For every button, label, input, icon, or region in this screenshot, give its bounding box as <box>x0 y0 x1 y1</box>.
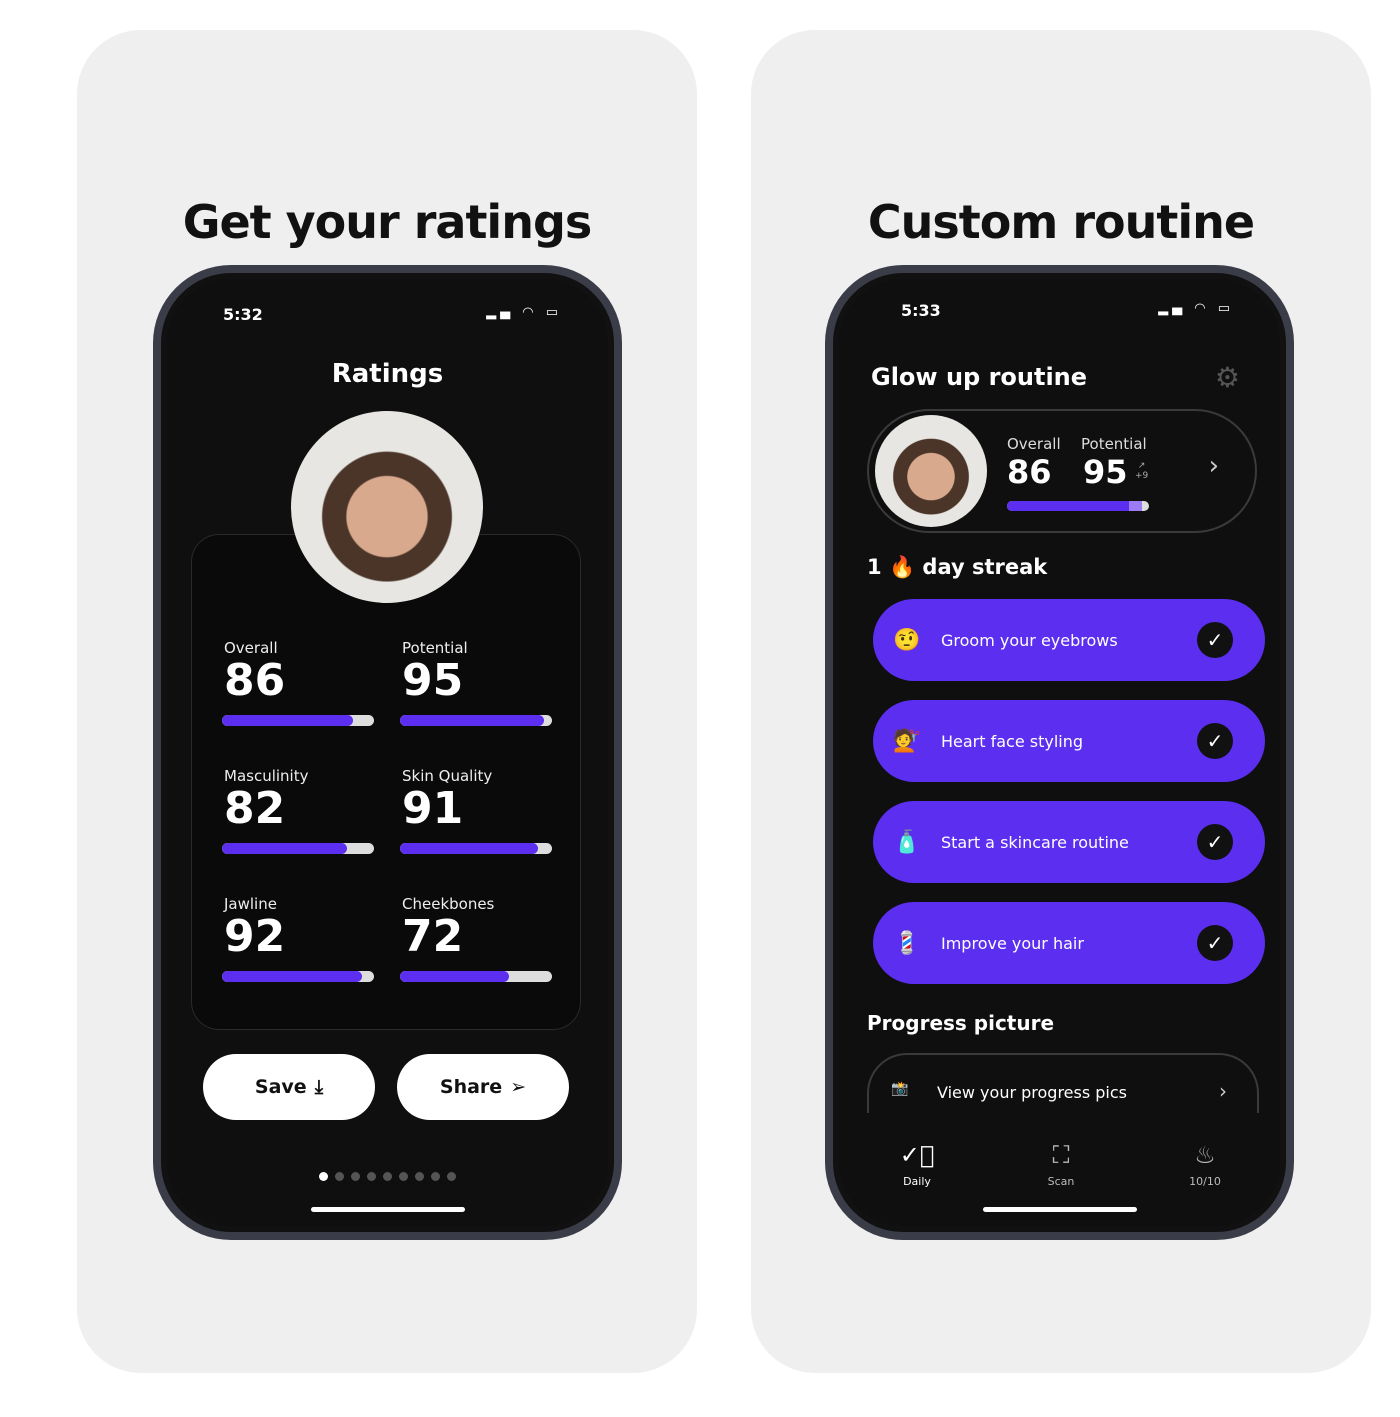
chevron-right-icon: › <box>1208 451 1219 481</box>
task-emoji-icon: 🤨 <box>893 627 921 653</box>
rating-value: 72 <box>402 911 464 962</box>
routine-task[interactable]: 🧴 Start a skincare routine ✓ <box>873 801 1265 883</box>
rating-value: 86 <box>224 655 286 706</box>
avatar <box>875 415 987 527</box>
rating-value: 95 <box>402 655 464 706</box>
page-dot[interactable] <box>431 1172 440 1181</box>
download-icon: ⤓ <box>314 1076 324 1098</box>
status-time: 5:33 <box>901 301 941 320</box>
rating-bar-fill <box>222 843 347 854</box>
scan-icon: ⛶ <box>1052 1141 1070 1169</box>
streak-label: day streak <box>922 555 1048 579</box>
rating-bar-fill <box>400 715 545 726</box>
check-icon[interactable]: ✓ <box>1197 723 1233 759</box>
share-button[interactable]: Share ➢ <box>397 1054 569 1120</box>
task-label: Start a skincare routine <box>941 832 1129 852</box>
progress-pics-link[interactable]: 📸 View your progress pics › <box>867 1053 1259 1113</box>
status-icons: ▂▄ ◠ ▭ <box>1158 301 1234 316</box>
rating-bar-fill <box>400 843 539 854</box>
routine-task[interactable]: 🤨 Groom your eyebrows ✓ <box>873 599 1265 681</box>
home-indicator <box>310 1207 465 1212</box>
task-label: Groom your eyebrows <box>941 630 1118 650</box>
share-label: Share <box>439 1076 503 1098</box>
status-icons: ▂▄ ◠ ▭ <box>486 305 562 320</box>
rating-bar <box>222 715 374 726</box>
page-dot[interactable] <box>447 1172 456 1181</box>
status-time: 5:32 <box>223 305 263 324</box>
streak-count: 1 <box>867 555 882 579</box>
settings-gear-icon[interactable]: ⚙ <box>1215 361 1240 394</box>
home-indicator <box>982 1207 1137 1212</box>
flame-icon: ♨ <box>1194 1141 1216 1169</box>
chevron-right-icon: › <box>1219 1079 1227 1103</box>
page-dot[interactable] <box>415 1172 424 1181</box>
rating-bar-fill <box>400 971 510 982</box>
headline: Get your ratings <box>182 195 593 249</box>
rating-value: 92 <box>224 911 286 962</box>
nav-label: Daily <box>903 1175 931 1188</box>
nav-daily[interactable]: ✓⃝ Daily <box>877 1141 957 1188</box>
nav-scan[interactable]: ⛶ Scan <box>1021 1141 1101 1188</box>
rating-bar-fill <box>222 971 362 982</box>
page-dot[interactable] <box>399 1172 408 1181</box>
page-dot[interactable] <box>367 1172 376 1181</box>
phone-ratings: 5:32 ▂▄ ◠ ▭ Ratings Overall 86 Potential… <box>153 265 622 1240</box>
check-icon[interactable]: ✓ <box>1197 824 1233 860</box>
routine-screen: 5:33 ▂▄ ◠ ▭ Glow up routine ⚙ Overall Po… <box>833 273 1286 1232</box>
task-emoji-icon: 💇 <box>893 728 921 754</box>
progress-title: Progress picture <box>867 1011 1055 1035</box>
check-circle-icon: ✓⃝ <box>899 1141 935 1169</box>
page-title: Glow up routine <box>871 363 1088 391</box>
overall-value: 86 <box>1007 453 1052 491</box>
nav-label: Scan <box>1047 1175 1075 1188</box>
rating-bar <box>222 843 374 854</box>
nav-label: 10/10 <box>1189 1175 1221 1188</box>
page-dot[interactable] <box>335 1172 344 1181</box>
camera-emoji-icon: 📸 <box>891 1081 909 1097</box>
page-title: Ratings <box>331 359 444 389</box>
page-dot[interactable] <box>383 1172 392 1181</box>
progress-link-label: View your progress pics <box>937 1083 1128 1102</box>
nav-rating[interactable]: ♨ 10/10 <box>1165 1141 1245 1188</box>
task-label: Improve your hair <box>941 933 1084 953</box>
rating-bar <box>400 715 552 726</box>
rating-bar-fill <box>222 715 353 726</box>
page-dot[interactable] <box>319 1172 328 1181</box>
check-icon[interactable]: ✓ <box>1197 925 1233 961</box>
rating-bar <box>222 971 374 982</box>
task-label: Heart face styling <box>941 731 1084 751</box>
score-summary[interactable]: Overall Potential 86 95 ↗ +9 › <box>867 409 1257 533</box>
phone-routine: 5:33 ▂▄ ◠ ▭ Glow up routine ⚙ Overall Po… <box>825 265 1294 1240</box>
potential-label: Potential <box>1081 435 1147 453</box>
routine-task[interactable]: 💈 Improve your hair ✓ <box>873 902 1265 984</box>
potential-delta: ↗ +9 <box>1135 461 1149 481</box>
flame-icon: 🔥 <box>888 555 916 579</box>
score-bar <box>1007 501 1149 511</box>
avatar <box>291 411 483 603</box>
page-dot[interactable] <box>351 1172 360 1181</box>
delta-text: +9 <box>1135 471 1149 481</box>
check-icon[interactable]: ✓ <box>1197 622 1233 658</box>
rating-value: 82 <box>224 783 286 834</box>
rating-bar <box>400 843 552 854</box>
streak: 1 🔥 day streak <box>867 555 1047 580</box>
page-indicator <box>167 1172 608 1181</box>
headline: Custom routine <box>867 195 1255 249</box>
task-emoji-icon: 🧴 <box>893 829 921 855</box>
rating-value: 91 <box>402 783 464 834</box>
potential-value: 95 <box>1083 453 1128 491</box>
task-emoji-icon: 💈 <box>893 930 921 956</box>
send-icon: ➢ <box>510 1076 527 1098</box>
save-button[interactable]: Save ⤓ <box>203 1054 375 1120</box>
overall-label: Overall <box>1007 435 1061 453</box>
rating-bar <box>400 971 552 982</box>
routine-task[interactable]: 💇 Heart face styling ✓ <box>873 700 1265 782</box>
save-label: Save <box>254 1076 307 1098</box>
ratings-screen: 5:32 ▂▄ ◠ ▭ Ratings Overall 86 Potential… <box>161 273 614 1232</box>
